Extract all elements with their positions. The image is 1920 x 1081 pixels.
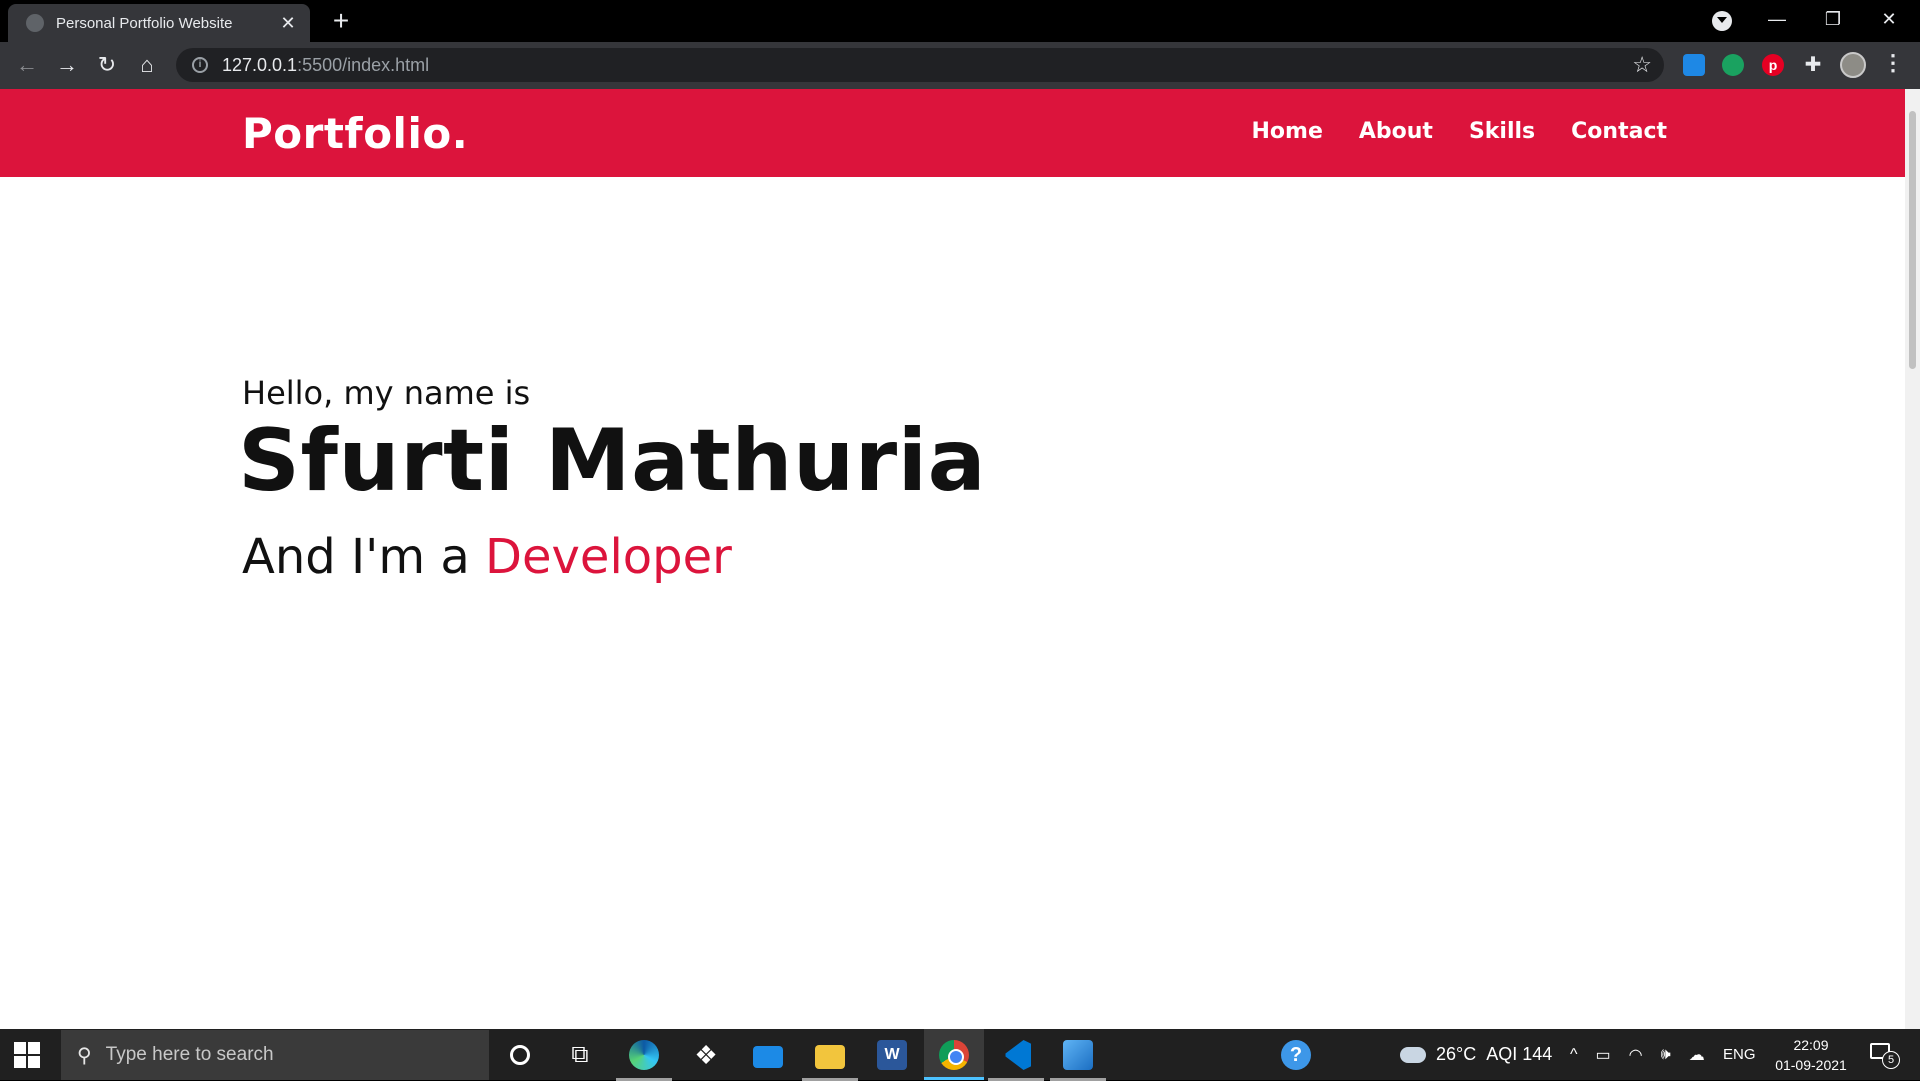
language-indicator[interactable]: ENG [1723, 1029, 1756, 1080]
task-view-icon[interactable]: ⧉ [562, 1037, 598, 1073]
nav-link-home[interactable]: Home [1252, 119, 1323, 144]
profile-avatar[interactable] [1840, 52, 1866, 78]
dropbox-icon[interactable]: ❖ [688, 1037, 724, 1073]
tab-portfolio[interactable]: Personal Portfolio Website ✕ [8, 4, 310, 42]
hero-role: And I'm a Developer [242, 529, 732, 585]
device-icon[interactable]: ▭ [1596, 1045, 1611, 1065]
wifi-icon[interactable]: ◠ [1629, 1045, 1643, 1065]
url-path: :5500/index.html [297, 54, 430, 75]
vscode-icon[interactable] [988, 1037, 1044, 1081]
edge-icon[interactable] [616, 1037, 672, 1081]
file-explorer-icon[interactable] [802, 1037, 858, 1081]
weather-temp: 26°C [1436, 1044, 1477, 1064]
reload-button[interactable]: ↻ [92, 50, 122, 80]
close-icon[interactable]: ✕ [278, 13, 298, 34]
weather-widget[interactable]: 26°C AQI 144 [1400, 1029, 1552, 1080]
bookmark-star-icon[interactable]: ☆ [1632, 52, 1652, 78]
word-icon[interactable]: W [874, 1037, 910, 1073]
forward-button[interactable]: → [52, 50, 82, 80]
notification-count: 5 [1882, 1051, 1900, 1069]
nav-links: Home About Skills Contact [1252, 119, 1668, 144]
windows-start-icon[interactable] [14, 1042, 40, 1068]
chevron-up-icon[interactable]: ^ [1570, 1046, 1578, 1064]
clock[interactable]: 22:09 01-09-2021 [1766, 1029, 1856, 1080]
grammarly-icon[interactable] [1722, 54, 1744, 76]
clock-date: 01-09-2021 [1775, 1056, 1847, 1073]
menu-icon[interactable]: ⋮ [1882, 50, 1904, 76]
page-scrollbar[interactable] [1905, 89, 1920, 1029]
browser-toolbar: ← → ↻ ⌂ i 127.0.0.1 :5500/index.html ☆ p… [0, 42, 1920, 89]
home-button[interactable]: ⌂ [132, 50, 162, 80]
windows-taskbar: ⚲ Type here to search ⧉ ❖ W ? 26°C AQI 1… [0, 1029, 1920, 1081]
nav-link-skills[interactable]: Skills [1469, 119, 1535, 144]
notification-center-icon[interactable]: 5 [1870, 1041, 1900, 1069]
back-button[interactable]: ← [12, 50, 42, 80]
taskbar-search[interactable]: ⚲ Type here to search [61, 1030, 489, 1080]
minimize-button[interactable]: — [1754, 4, 1800, 34]
volume-icon[interactable]: 🕪 [1661, 1046, 1671, 1064]
tab-title: Personal Portfolio Website [56, 14, 233, 32]
site-navbar: Portfolio. Home About Skills Contact [0, 89, 1905, 177]
url-host: 127.0.0.1 [222, 54, 298, 75]
pinterest-icon[interactable]: p [1762, 54, 1784, 76]
info-icon[interactable]: i [192, 57, 208, 73]
onedrive-icon[interactable]: ☁ [1689, 1045, 1705, 1065]
cloud-icon [1400, 1046, 1426, 1063]
cortana-icon[interactable] [502, 1037, 538, 1073]
nav-link-contact[interactable]: Contact [1571, 119, 1667, 144]
globe-icon [26, 14, 44, 32]
new-tab-button[interactable]: + [326, 6, 356, 36]
hero-role-accent: Developer [485, 529, 732, 585]
site-logo[interactable]: Portfolio. [242, 109, 468, 158]
photos-icon[interactable] [1050, 1037, 1106, 1081]
chrome-icon[interactable] [936, 1037, 972, 1073]
address-bar[interactable]: i 127.0.0.1 :5500/index.html ☆ [176, 48, 1664, 82]
puzzle-icon[interactable]: ✚ [1802, 54, 1824, 76]
close-window-button[interactable]: ✕ [1866, 4, 1912, 34]
maximize-button[interactable]: ❐ [1810, 4, 1856, 34]
system-tray: ^ ▭ ◠ 🕪 ☁ [1570, 1029, 1705, 1080]
tab-strip: Personal Portfolio Website ✕ + — ❐ ✕ [0, 0, 1920, 42]
clock-time: 22:09 [1793, 1036, 1829, 1053]
hero-name: Sfurti Mathuria [238, 411, 987, 511]
search-icon: ⚲ [77, 1044, 92, 1067]
hero-greeting: Hello, my name is [242, 374, 531, 412]
page-viewport: Portfolio. Home About Skills Contact Hel… [0, 89, 1905, 1029]
scrollbar-thumb[interactable] [1909, 111, 1916, 369]
browser-ext-icon[interactable] [1683, 54, 1705, 76]
mail-icon[interactable] [750, 1037, 786, 1073]
nav-link-about[interactable]: About [1359, 119, 1433, 144]
browser-window: Personal Portfolio Website ✕ + — ❐ ✕ ← →… [0, 0, 1920, 1081]
hero-role-prefix: And I'm a [242, 529, 486, 585]
search-placeholder: Type here to search [105, 1044, 274, 1065]
tab-search-icon[interactable] [1712, 11, 1732, 31]
weather-aqi: AQI 144 [1486, 1044, 1553, 1064]
help-icon[interactable]: ? [1278, 1037, 1314, 1073]
